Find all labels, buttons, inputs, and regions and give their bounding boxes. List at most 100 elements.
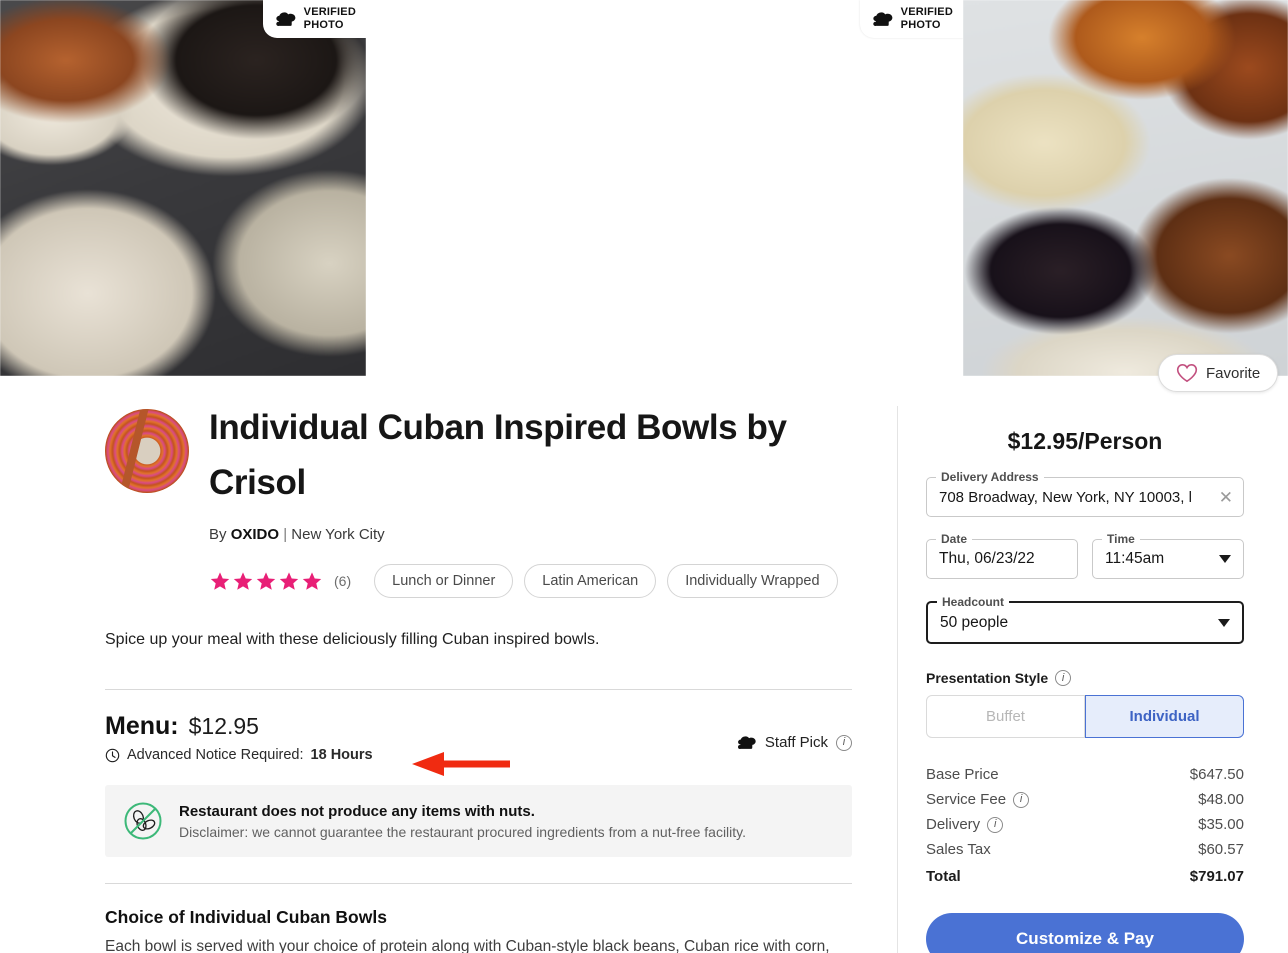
presentation-style-row: Presentation Style i: [926, 670, 1244, 686]
vendor-name[interactable]: OXIDO: [231, 526, 279, 543]
brand-logo: [105, 409, 189, 493]
total-label: Total: [926, 868, 961, 885]
cost-row-total: Total $791.07: [926, 862, 1244, 889]
menu-price: $12.95: [189, 713, 259, 740]
gallery-photo-3[interactable]: [963, 0, 1288, 376]
delivery-address-value: 708 Broadway, New York, NY 10003, l: [939, 489, 1192, 506]
choice-section: Choice of Individual Cuban Bowls Each bo…: [105, 907, 852, 953]
presentation-style-toggle: Buffet Individual: [926, 695, 1244, 738]
cost-label-wrap: Service Fee i: [926, 791, 1029, 808]
verified-photo-label: VERIFIED PHOTO: [901, 6, 953, 31]
rating-row: (6) Lunch or Dinner Latin American Indiv…: [209, 564, 838, 598]
verified-photo-badge-1: VERIFIED PHOTO: [263, 0, 366, 38]
delivery-address-label: Delivery Address: [936, 470, 1044, 484]
divider: [105, 883, 852, 884]
star-icon: [278, 571, 300, 592]
cost-value: $48.00: [1198, 791, 1244, 808]
gallery-photo-1[interactable]: VERIFIED PHOTO: [0, 0, 366, 376]
date-time-row: Date Thu, 06/23/22 Time 11:45am: [926, 517, 1244, 579]
headcount-value: 50 people: [940, 614, 1008, 632]
staff-pick-info-icon[interactable]: i: [836, 735, 852, 751]
allergen-text: Restaurant does not produce any items wi…: [179, 803, 746, 840]
chef-hat-icon: [275, 10, 297, 28]
customize-and-pay-button[interactable]: Customize & Pay: [926, 913, 1244, 953]
headcount-field[interactable]: Headcount 50 people: [926, 601, 1244, 644]
star-icon: [255, 571, 277, 592]
verified-photo-badge-2: VERIFIED PHOTO: [860, 0, 963, 38]
delivery-info-icon[interactable]: i: [987, 817, 1003, 833]
presentation-option-buffet[interactable]: Buffet: [926, 695, 1085, 738]
byline-prefix: By: [209, 526, 227, 543]
menu-label: Menu:: [105, 712, 179, 741]
heart-icon: [1176, 363, 1198, 383]
verified-photo-label: VERIFIED PHOTO: [304, 6, 356, 31]
listing-description: Spice up your meal with these deliciousl…: [105, 631, 853, 649]
price-per-person: $12.95/Person: [926, 428, 1244, 455]
star-icon: [301, 571, 323, 592]
title-row: Individual Cuban Inspired Bowls by Criso…: [105, 376, 853, 598]
presentation-style-label: Presentation Style: [926, 670, 1048, 686]
byline: By OXIDO | New York City: [209, 526, 838, 543]
advance-notice-label: Advanced Notice Required:: [127, 747, 304, 763]
presentation-style-info-icon[interactable]: i: [1055, 670, 1071, 686]
service-fee-info-icon[interactable]: i: [1013, 792, 1029, 808]
catering-bowls-overhead-image: [0, 0, 366, 376]
title-texts: Individual Cuban Inspired Bowls by Criso…: [209, 400, 838, 598]
star-icon: [209, 571, 231, 592]
presentation-option-individual[interactable]: Individual: [1085, 695, 1244, 738]
advance-notice-value: 18 Hours: [311, 747, 373, 763]
review-count: (6): [334, 573, 351, 589]
cost-value: $60.57: [1198, 841, 1244, 858]
choice-title: Choice of Individual Cuban Bowls: [105, 907, 852, 928]
cost-label: Base Price: [926, 766, 999, 783]
time-field[interactable]: Time 11:45am: [1092, 539, 1244, 579]
headcount-label: Headcount: [937, 595, 1009, 609]
allergen-title: Restaurant does not produce any items wi…: [179, 803, 746, 820]
cost-label: Sales Tax: [926, 841, 991, 858]
closeup-bowl-image: [963, 0, 1288, 376]
cost-row-base-price: Base Price $647.50: [926, 762, 1244, 787]
favorite-button[interactable]: Favorite: [1158, 354, 1278, 392]
time-label: Time: [1102, 532, 1140, 546]
cost-row-service-fee: Service Fee i $48.00: [926, 787, 1244, 812]
choice-description: Each bowl is served with your choice of …: [105, 935, 852, 953]
cost-label: Service Fee: [926, 791, 1006, 808]
divider: [105, 689, 852, 690]
byline-separator: |: [283, 526, 287, 543]
annotation-arrow-icon: [410, 748, 510, 780]
allergen-notice: Restaurant does not produce any items wi…: [105, 785, 852, 857]
cost-label: Delivery: [926, 816, 980, 833]
page-title: Individual Cuban Inspired Bowls by Criso…: [209, 400, 809, 510]
listing-page: VERIFIED PHOTO VERIFIED PHOTO: [0, 0, 1288, 953]
chevron-down-icon[interactable]: [1218, 619, 1230, 627]
tag-latin-american[interactable]: Latin American: [524, 564, 656, 598]
cost-value: $35.00: [1198, 816, 1244, 833]
gallery-photo-2[interactable]: VERIFIED PHOTO: [366, 0, 963, 376]
booking-card: $12.95/Person Delivery Address 708 Broad…: [898, 406, 1272, 953]
listing-details-column: Individual Cuban Inspired Bowls by Criso…: [0, 376, 853, 953]
star-icon: [232, 571, 254, 592]
date-value: Thu, 06/23/22: [939, 550, 1035, 568]
delivery-address-field[interactable]: Delivery Address 708 Broadway, New York,…: [926, 477, 1244, 517]
favorite-label: Favorite: [1206, 365, 1260, 382]
menu-block: Menu: $12.95 Advanced Notice Required: 1…: [105, 712, 852, 763]
chevron-down-icon[interactable]: [1219, 555, 1231, 563]
chef-hat-icon: [872, 10, 894, 28]
cost-row-delivery: Delivery i $35.00: [926, 812, 1244, 837]
clear-address-icon[interactable]: ✕: [1219, 489, 1233, 506]
total-value: $791.07: [1190, 868, 1244, 885]
date-field[interactable]: Date Thu, 06/23/22: [926, 539, 1078, 579]
person-holding-bowl-image: [366, 0, 963, 376]
staff-pick-label: Staff Pick: [765, 734, 828, 751]
tag-individually-wrapped[interactable]: Individually Wrapped: [667, 564, 837, 598]
nut-free-icon: [123, 801, 163, 841]
photo-gallery: VERIFIED PHOTO VERIFIED PHOTO: [0, 0, 1288, 376]
cost-value: $647.50: [1190, 766, 1244, 783]
cost-breakdown: Base Price $647.50 Service Fee i $48.00 …: [926, 762, 1244, 889]
tag-lunch-or-dinner[interactable]: Lunch or Dinner: [374, 564, 513, 598]
star-rating: [209, 571, 323, 592]
allergen-subtitle: Disclaimer: we cannot guarantee the rest…: [179, 824, 746, 840]
date-label: Date: [936, 532, 972, 546]
cost-row-sales-tax: Sales Tax $60.57: [926, 837, 1244, 862]
time-value: 11:45am: [1105, 550, 1164, 568]
